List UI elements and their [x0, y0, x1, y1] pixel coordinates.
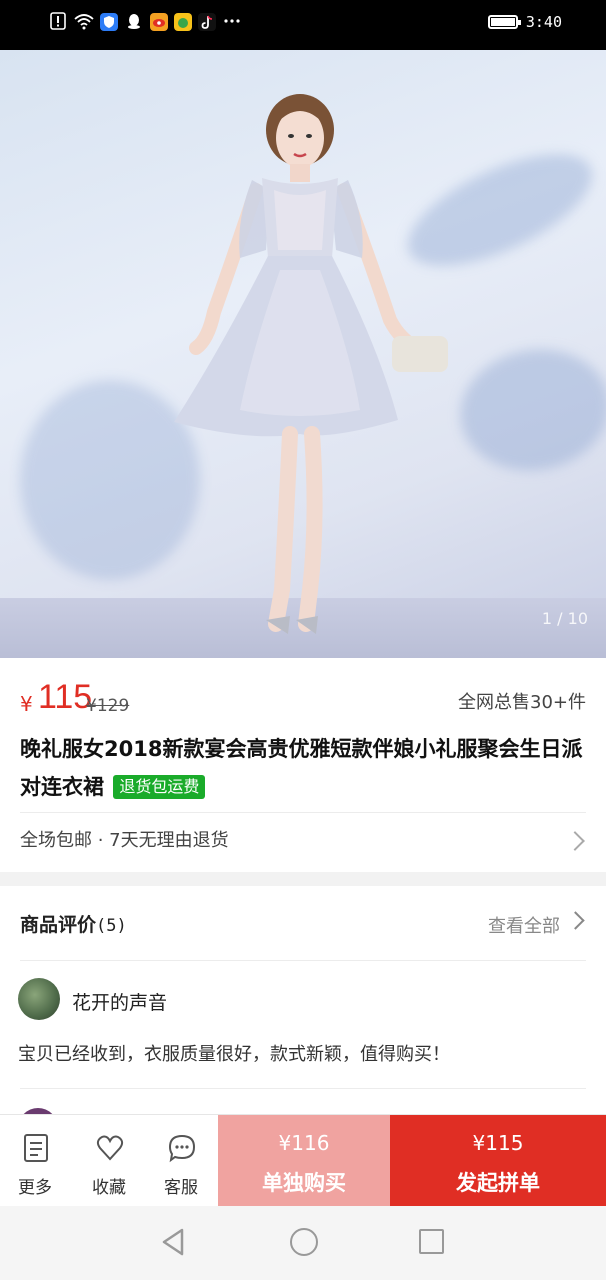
more-button[interactable]: 更多: [0, 1115, 70, 1207]
tiktok-icon: [198, 13, 216, 31]
divider: [20, 1088, 586, 1089]
price: 115: [38, 678, 93, 716]
review-text: 宝贝已经收到，衣服质量很好，款式新颖，值得购买！: [18, 1044, 450, 1065]
price-row: ¥ 115 ¥129 全网总售30+件: [20, 676, 586, 720]
reviewer-name: 花开的声音: [72, 992, 168, 1014]
product-title: 晚礼服女2018新款宴会高贵优雅短款伴娘小礼服聚会生日派对连衣裙 退货包运费: [20, 730, 590, 806]
chevron-right-icon: [566, 911, 585, 930]
view-all-link[interactable]: 查看全部: [488, 912, 560, 938]
qq-icon: [124, 12, 144, 32]
group-label: 发起拼单: [456, 1171, 540, 1195]
reviews-count: (5): [96, 916, 127, 936]
recent-apps-icon[interactable]: [419, 1229, 444, 1254]
solo-label: 单独购买: [262, 1171, 346, 1195]
chevron-right-icon: [565, 831, 585, 851]
status-right: 3:40: [487, 13, 562, 31]
money-app-icon: [174, 13, 192, 31]
avatar: [18, 978, 60, 1020]
status-icons: [48, 12, 242, 32]
original-price: ¥129: [86, 696, 130, 716]
clock: 3:40: [525, 13, 562, 31]
product-title-text: 晚礼服女2018新款宴会高贵优雅短款伴娘小礼服聚会生日派对连衣裙: [20, 737, 583, 799]
status-bar: 3:40: [0, 0, 606, 50]
back-icon[interactable]: [160, 1228, 186, 1256]
favorite-button[interactable]: 收藏: [74, 1115, 144, 1207]
buy-alone-button[interactable]: ¥116 单独购买: [218, 1115, 390, 1207]
product-image[interactable]: 1 / 10: [0, 50, 606, 658]
model-figure: [174, 94, 448, 634]
more-dots-icon: [222, 12, 242, 32]
chat-bubble-icon: [168, 1134, 196, 1163]
battery-icon: [487, 15, 521, 29]
group-buy-button[interactable]: ¥115 发起拼单: [390, 1115, 606, 1207]
divider: [20, 960, 586, 961]
list-icon: [24, 1134, 48, 1162]
reviews-header[interactable]: 商品评价(5) 查看全部: [20, 904, 586, 944]
service-label: 客服: [164, 1178, 198, 1198]
group-price: ¥115: [472, 1131, 524, 1155]
favorite-label: 收藏: [92, 1178, 126, 1198]
home-icon[interactable]: [290, 1228, 318, 1256]
return-shipping-tag: 退货包运费: [113, 775, 206, 799]
solo-price: ¥116: [278, 1131, 330, 1155]
bottom-action-bar: 更多 收藏 客服 ¥116 单独购买 ¥115 发起拼单: [0, 1114, 606, 1207]
reviews-title-text: 商品评价: [20, 914, 97, 936]
sales-count: 全网总售30+件: [458, 692, 586, 713]
services-row[interactable]: 全场包邮 · 7天无理由退货: [20, 826, 586, 866]
weibo-icon: [150, 13, 168, 31]
more-label: 更多: [18, 1178, 52, 1198]
system-nav-bar: [0, 1206, 606, 1280]
divider: [20, 812, 586, 813]
currency-symbol: ¥: [20, 692, 33, 716]
customer-service-button[interactable]: 客服: [146, 1115, 216, 1207]
image-counter: 1 / 10: [541, 609, 588, 628]
heart-icon: [96, 1135, 124, 1161]
services-text: 全场包邮 · 7天无理由退货: [20, 830, 229, 851]
reviews-title: 商品评价(5): [20, 910, 127, 937]
section-gap: [0, 872, 606, 886]
wifi-icon: [74, 12, 94, 32]
shield-app-icon: [100, 13, 118, 31]
alert-icon: [48, 12, 68, 32]
